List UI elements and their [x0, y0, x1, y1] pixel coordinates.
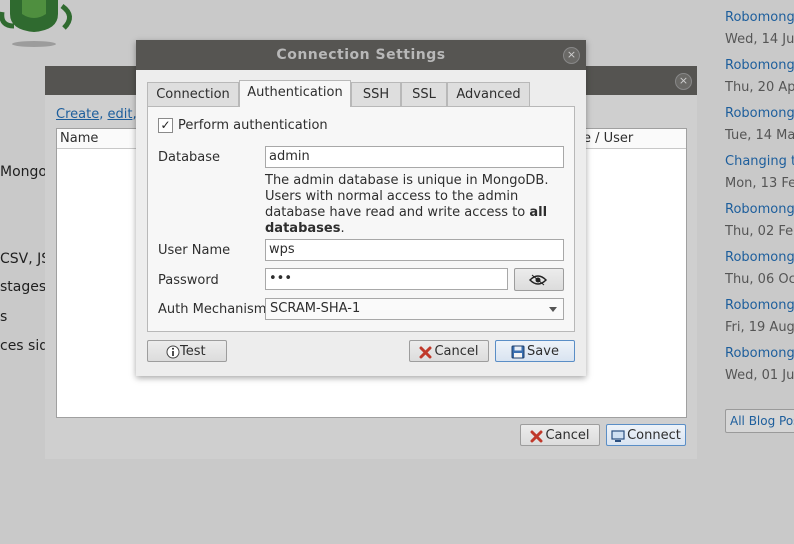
blog-item: Robomongo Thu, 02 Feb [725, 202, 794, 239]
blog-item-title[interactable]: Robomongo [725, 298, 794, 313]
blog-item: Changing th Mon, 13 Feb [725, 154, 794, 191]
test-button[interactable]: Test [147, 340, 227, 362]
tab-advanced[interactable]: Advanced [447, 82, 530, 106]
connections-cancel-button[interactable]: Cancel [520, 424, 600, 446]
username-field[interactable]: wps [265, 239, 564, 261]
connection-actions-links: Create, edit, [56, 107, 137, 122]
close-icon[interactable]: × [675, 73, 692, 90]
blog-item: Robomongo Fri, 19 Aug [725, 298, 794, 335]
show-password-button[interactable] [514, 268, 564, 291]
blog-item: Robomongo Tue, 14 Mar [725, 106, 794, 143]
column-user[interactable]: e / User [583, 131, 633, 146]
blog-item-date: Fri, 19 Aug [725, 320, 794, 335]
database-note: The admin database is unique in MongoDB.… [265, 173, 565, 237]
save-button[interactable]: Save [495, 340, 575, 362]
tab-ssl[interactable]: SSL [401, 82, 447, 106]
cancel-x-icon [419, 346, 432, 358]
cancel-label: Cancel [434, 344, 479, 359]
save-label: Save [527, 344, 559, 359]
perform-authentication-checkbox[interactable]: ✓ [158, 118, 173, 133]
blog-item-date: Thu, 06 Oct [725, 272, 794, 287]
edit-link[interactable]: edit [107, 107, 132, 122]
blog-item-title[interactable]: Robomongo [725, 58, 794, 73]
blog-item-title[interactable]: Robomongo [725, 250, 794, 265]
auth-mechanism-value: SCRAM-SHA-1 [270, 301, 361, 316]
blog-item-date: Wed, 14 Jun [725, 32, 794, 47]
username-label: User Name [158, 243, 231, 258]
connection-settings-dialog: Connection Settings × Connection Authent… [136, 40, 586, 376]
database-note-period: . [340, 221, 345, 236]
connection-settings-titlebar: Connection Settings × [136, 40, 586, 70]
database-label: Database [158, 150, 221, 165]
robomongo-mascot-icon [0, 0, 72, 47]
dialog-title: Connection Settings [276, 47, 446, 63]
bg-text-1: Mongo [0, 164, 47, 180]
auth-mechanism-select[interactable]: SCRAM-SHA-1 [265, 298, 564, 320]
bg-text-3: stages [0, 279, 47, 295]
blog-item-title[interactable]: Robomongo [725, 346, 794, 361]
settings-cancel-button[interactable]: Cancel [409, 340, 489, 362]
monitor-icon [611, 429, 625, 442]
auth-mechanism-label: Auth Mechanism [158, 302, 267, 317]
floppy-disk-icon [511, 345, 525, 359]
cancel-x-icon [530, 430, 543, 442]
links-separator: , [99, 107, 104, 122]
cancel-label: Cancel [545, 428, 590, 443]
bg-text-2: CSV, JS [0, 251, 51, 267]
blog-item: Robomongo Thu, 06 Oct [725, 250, 794, 287]
blog-item-date: Thu, 20 Apr [725, 80, 794, 95]
connect-label: Connect [627, 428, 681, 443]
blog-item-date: Wed, 01 Jun [725, 368, 794, 383]
close-icon[interactable]: × [563, 47, 580, 64]
blog-item-date: Mon, 13 Feb [725, 176, 794, 191]
perform-authentication-label[interactable]: Perform authentication [178, 118, 328, 133]
tab-ssh[interactable]: SSH [351, 82, 401, 106]
chevron-down-icon [549, 307, 557, 312]
password-field[interactable]: ••• [265, 268, 508, 290]
bg-text-5: ces sid [0, 338, 49, 354]
blog-item: Robomongo Wed, 01 Jun [725, 346, 794, 383]
info-icon [166, 345, 180, 359]
database-field[interactable]: admin [265, 146, 564, 168]
connect-button[interactable]: Connect [606, 424, 686, 446]
eye-icon [529, 274, 547, 285]
blog-item-title[interactable]: Robomongo [725, 202, 794, 217]
bg-text-4: s [0, 309, 8, 325]
blog-item: Robomongo Wed, 14 Jun [725, 10, 794, 47]
tab-authentication[interactable]: Authentication [239, 80, 351, 107]
blog-item-title[interactable]: Changing th [725, 154, 794, 169]
blog-item: Robomongo Thu, 20 Apr [725, 58, 794, 95]
password-label: Password [158, 273, 219, 288]
blog-item-title[interactable]: Robomongo [725, 106, 794, 121]
blog-item-date: Thu, 02 Feb [725, 224, 794, 239]
column-name[interactable]: Name [60, 131, 98, 146]
all-blog-posts-button[interactable]: All Blog Pos [725, 409, 794, 433]
blog-item-title[interactable]: Robomongo [725, 10, 794, 25]
database-note-text: The admin database is unique in MongoDB.… [265, 173, 549, 220]
test-label: Test [180, 344, 206, 359]
tab-connection[interactable]: Connection [147, 82, 239, 106]
blog-item-date: Tue, 14 Mar [725, 128, 794, 143]
create-link[interactable]: Create [56, 107, 99, 122]
